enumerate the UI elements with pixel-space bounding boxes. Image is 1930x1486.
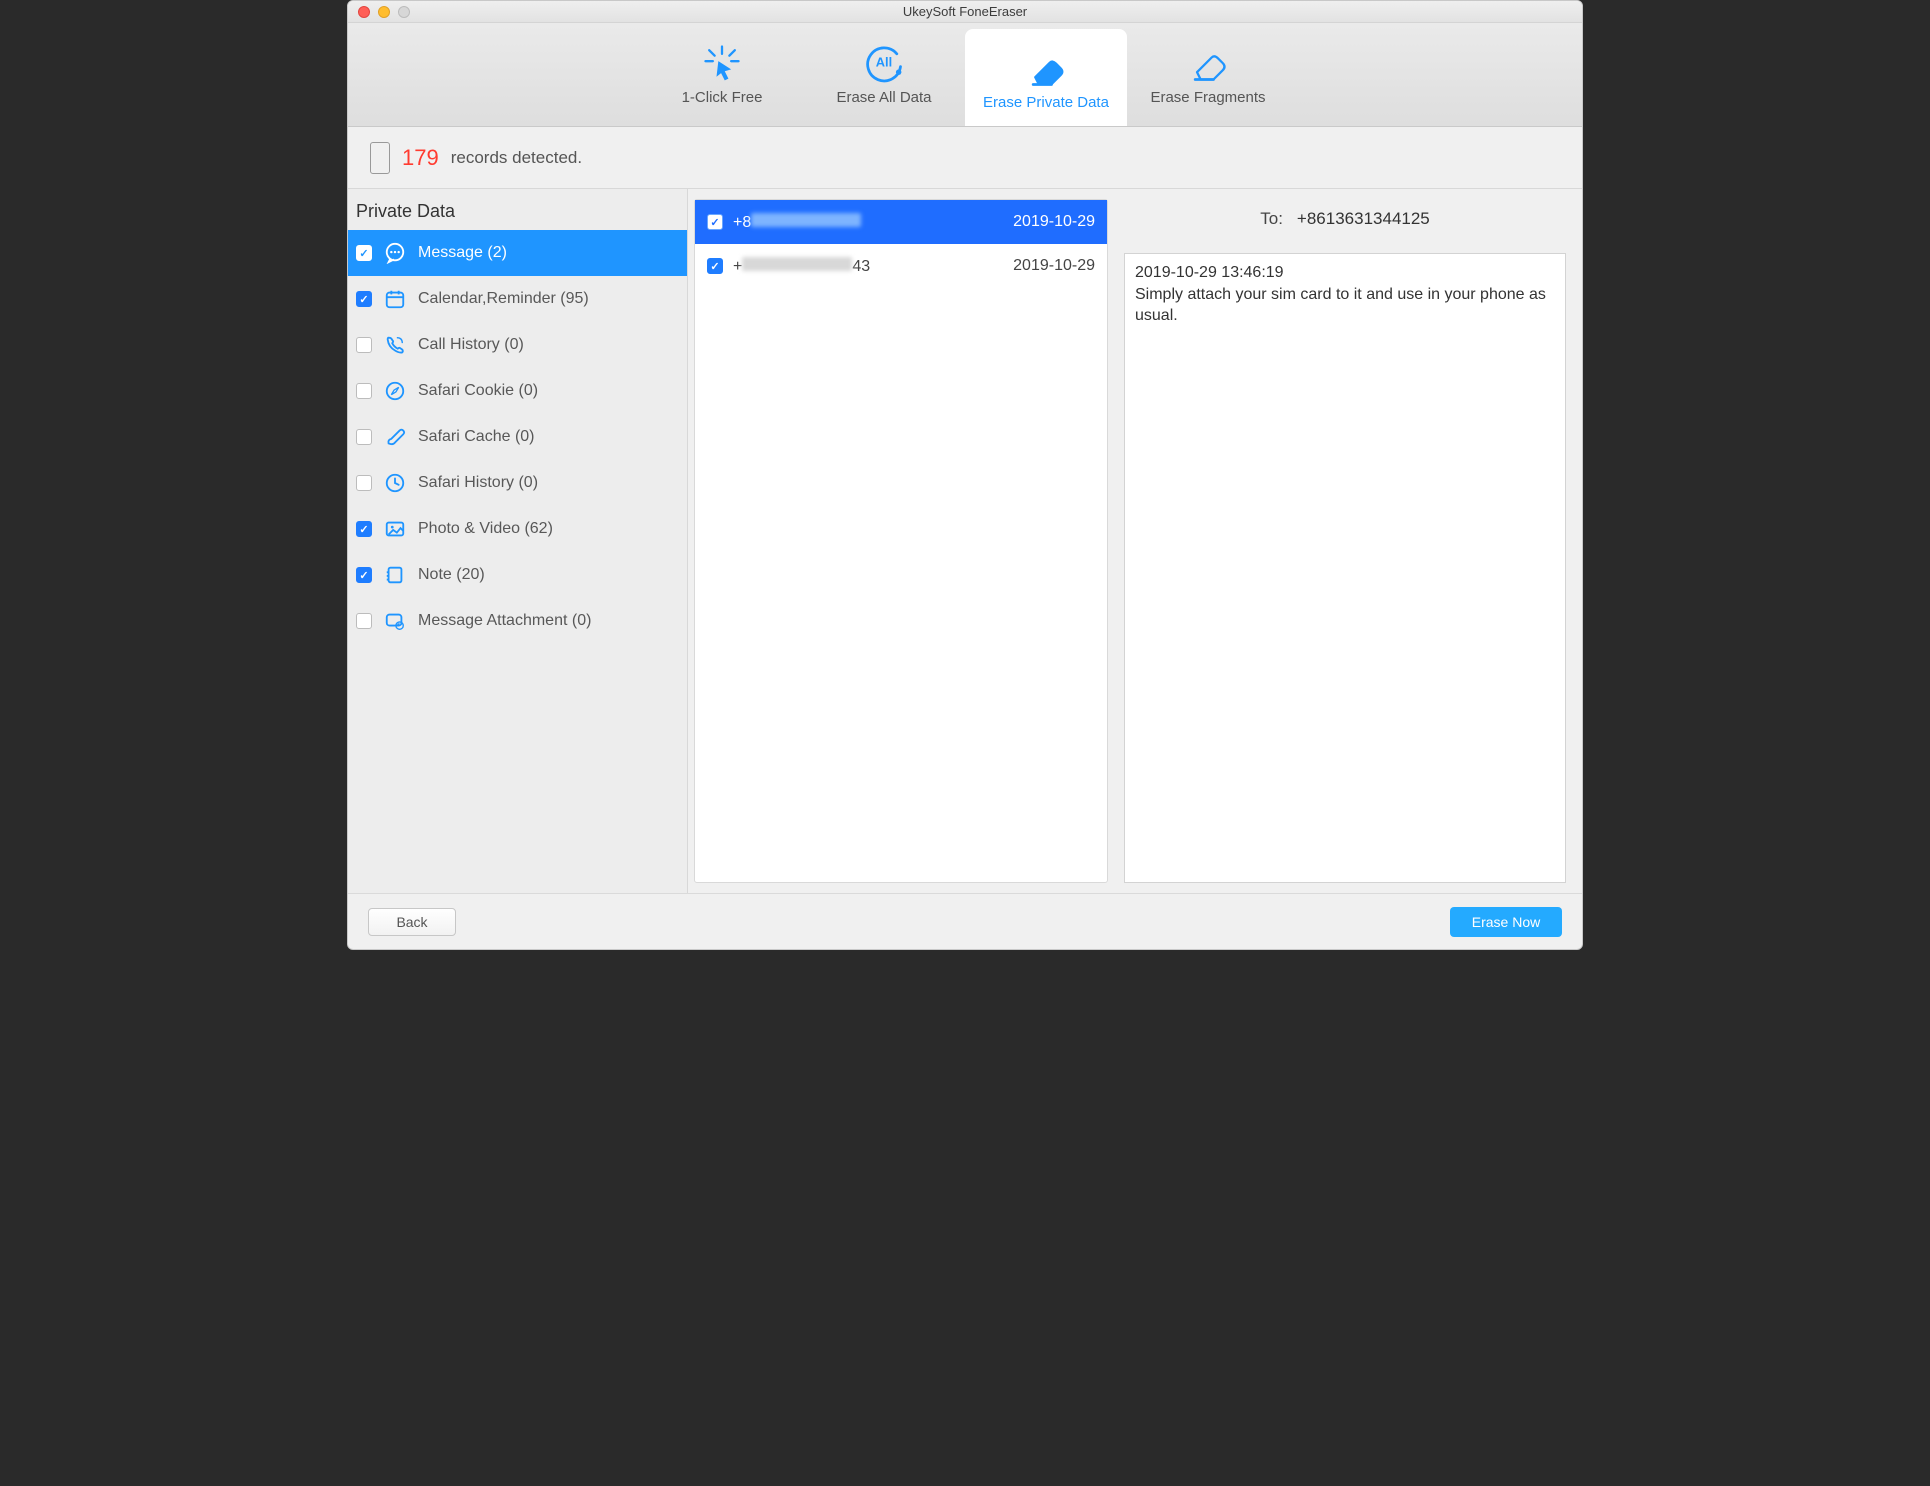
cursor-spark-icon (700, 43, 744, 83)
back-button[interactable]: Back (368, 908, 456, 936)
checkbox[interactable] (356, 337, 372, 353)
calendar-icon (384, 288, 406, 310)
tab-1-click-free[interactable]: 1-Click Free (641, 23, 803, 126)
sidebar-item-label: Safari History (0) (418, 474, 538, 492)
eraser-filled-icon (1024, 48, 1068, 88)
status-bar: 179 records detected. (348, 127, 1582, 189)
app-window: UkeySoft FoneEraser 1-Click Free All Era… (347, 0, 1583, 950)
record-count: 179 (402, 145, 439, 171)
sidebar-item-photo-video[interactable]: Photo & Video (62) (348, 506, 687, 552)
svg-text:All: All (876, 55, 892, 70)
note-icon (384, 564, 406, 586)
tab-label: Erase All Data (836, 89, 931, 106)
sidebar-item-label: Message Attachment (0) (418, 612, 591, 630)
window-controls (358, 6, 410, 18)
checkbox[interactable] (356, 429, 372, 445)
sidebar-item-safari-history[interactable]: Safari History (0) (348, 460, 687, 506)
checkbox[interactable] (356, 567, 372, 583)
compass-icon (384, 380, 406, 402)
redacted-number (742, 257, 852, 271)
titlebar: UkeySoft FoneEraser (348, 1, 1582, 23)
message-body: Simply attach your sim card to it and us… (1135, 284, 1555, 327)
sidebar-list: Message (2) Calendar,Reminder (95) Call … (348, 230, 687, 893)
message-icon (384, 242, 406, 264)
sidebar-item-label: Safari Cookie (0) (418, 382, 538, 400)
to-label: To: (1260, 209, 1283, 229)
record-suffix: 43 (852, 258, 870, 275)
detail-to-line: To: +8613631344125 (1124, 199, 1566, 239)
sidebar-item-safari-cookie[interactable]: Safari Cookie (0) (348, 368, 687, 414)
record-number: +8 (733, 213, 1003, 232)
message-timestamp: 2019-10-29 13:46:19 (1135, 262, 1555, 284)
window-title: UkeySoft FoneEraser (903, 4, 1027, 19)
checkbox[interactable] (707, 214, 723, 230)
detail-panel: To: +8613631344125 2019-10-29 13:46:19 S… (1118, 189, 1582, 893)
record-prefix: +8 (733, 214, 751, 231)
record-date: 2019-10-29 (1013, 213, 1095, 231)
attachment-icon (384, 610, 406, 632)
record-row[interactable]: +8 2019-10-29 (695, 200, 1107, 244)
sidebar-item-label: Note (20) (418, 566, 485, 584)
records-list: +8 2019-10-29 +43 2019-10-29 (694, 199, 1108, 883)
eraser-outline-icon (1186, 43, 1230, 83)
main-toolbar: 1-Click Free All Erase All Data Erase Pr… (348, 23, 1582, 127)
minimize-icon[interactable] (378, 6, 390, 18)
redacted-number (751, 213, 861, 227)
tab-label: Erase Private Data (983, 94, 1109, 111)
sidebar-item-label: Safari Cache (0) (418, 428, 535, 446)
sidebar-item-call-history[interactable]: Call History (0) (348, 322, 687, 368)
sidebar-item-label: Photo & Video (62) (418, 520, 553, 538)
checkbox[interactable] (356, 613, 372, 629)
to-number: +8613631344125 (1297, 209, 1430, 229)
tab-label: 1-Click Free (682, 89, 763, 106)
footer: Back Erase Now (348, 893, 1582, 949)
record-prefix: + (733, 258, 742, 275)
record-row[interactable]: +43 2019-10-29 (695, 244, 1107, 288)
close-icon[interactable] (358, 6, 370, 18)
brush-icon (384, 426, 406, 448)
sidebar-item-calendar[interactable]: Calendar,Reminder (95) (348, 276, 687, 322)
sidebar-item-message[interactable]: Message (2) (348, 230, 687, 276)
maximize-icon (398, 6, 410, 18)
sidebar-item-label: Message (2) (418, 244, 507, 262)
clock-icon (384, 472, 406, 494)
checkbox[interactable] (356, 291, 372, 307)
circle-all-icon: All (862, 43, 906, 83)
record-number: +43 (733, 257, 1003, 276)
sidebar-item-label: Calendar,Reminder (95) (418, 290, 589, 308)
checkbox[interactable] (356, 383, 372, 399)
tab-erase-fragments[interactable]: Erase Fragments (1127, 23, 1289, 126)
message-content: 2019-10-29 13:46:19 Simply attach your s… (1124, 253, 1566, 883)
sidebar-item-label: Call History (0) (418, 336, 524, 354)
phone-call-icon (384, 334, 406, 356)
sidebar-item-message-attachment[interactable]: Message Attachment (0) (348, 598, 687, 644)
sidebar-item-safari-cache[interactable]: Safari Cache (0) (348, 414, 687, 460)
checkbox[interactable] (356, 245, 372, 261)
phone-icon (370, 142, 390, 174)
record-count-suffix: records detected. (451, 148, 582, 168)
sidebar-header: Private Data (348, 189, 687, 230)
tab-erase-private-data[interactable]: Erase Private Data (965, 29, 1127, 126)
checkbox[interactable] (356, 521, 372, 537)
records-panel: +8 2019-10-29 +43 2019-10-29 (688, 189, 1118, 893)
image-icon (384, 518, 406, 540)
content-area: Private Data Message (2) Calendar,Remind… (348, 189, 1582, 893)
checkbox[interactable] (356, 475, 372, 491)
sidebar-item-note[interactable]: Note (20) (348, 552, 687, 598)
record-date: 2019-10-29 (1013, 257, 1095, 275)
tab-label: Erase Fragments (1150, 89, 1265, 106)
erase-now-button[interactable]: Erase Now (1450, 907, 1562, 937)
sidebar: Private Data Message (2) Calendar,Remind… (348, 189, 688, 893)
tab-erase-all-data[interactable]: All Erase All Data (803, 23, 965, 126)
checkbox[interactable] (707, 258, 723, 274)
